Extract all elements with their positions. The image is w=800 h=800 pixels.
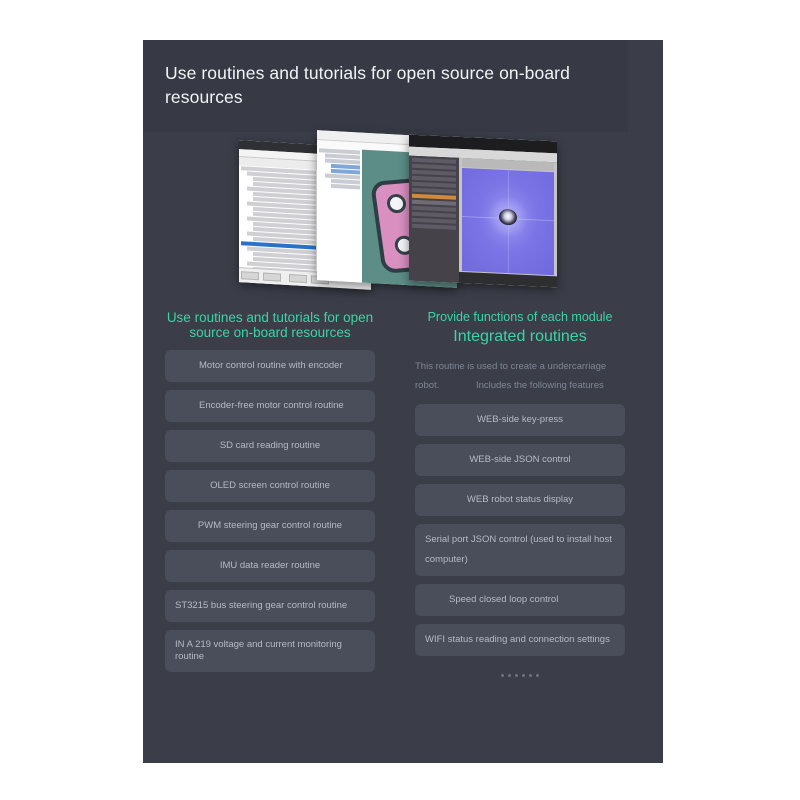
right-feature-column: Provide functions of each module Integra…: [415, 310, 625, 682]
feature-label: SD card reading routine: [219, 440, 321, 451]
feature-label: WEB-side key-press: [476, 414, 564, 425]
properties-panel: [409, 155, 460, 283]
feature-label: IMU data reader routine: [219, 560, 321, 571]
feature-item-wifi-status-connection[interactable]: WIFI status reading and connection setti…: [415, 624, 625, 656]
feature-item-serial-port-json-control[interactable]: Serial port JSON control (used to instal…: [415, 524, 625, 576]
right-heading-small: Provide functions of each module: [427, 310, 613, 324]
viewport-container: [459, 157, 557, 288]
screenshot-stage: Use routines and tutorials for open sour…: [0, 0, 800, 800]
feature-label: WIFI status reading and connection setti…: [425, 634, 610, 645]
feature-panel: Use routines and tutorials for open sour…: [143, 40, 663, 763]
pagination-dots[interactable]: [415, 664, 625, 682]
pagination-dot[interactable]: [522, 674, 525, 677]
left-feature-column: Use routines and tutorials for open sour…: [165, 310, 375, 680]
feature-label: Serial port JSON control (used to instal…: [425, 534, 612, 565]
description-line-3: Includes the following features: [475, 380, 604, 391]
feature-item-motor-control-encoder[interactable]: Motor control routine with encoder: [165, 350, 375, 382]
description-line-2: robot.: [415, 380, 440, 391]
pagination-dot[interactable]: [536, 674, 539, 677]
feature-item-speed-closed-loop-control[interactable]: Speed closed loop control: [415, 584, 625, 616]
feature-item-web-robot-status-display[interactable]: WEB robot status display: [415, 484, 625, 516]
pagination-dot[interactable]: [501, 674, 504, 677]
feature-item-encoder-free-motor-control[interactable]: Encoder-free motor control routine: [165, 390, 375, 422]
right-column-description: This routine is used to create a underca…: [415, 357, 625, 395]
description-line-1: This routine is used to create a underca…: [415, 361, 607, 372]
feature-item-web-key-press[interactable]: WEB-side key-press: [415, 404, 625, 436]
feature-label: WEB robot status display: [466, 494, 574, 505]
feature-label: Encoder-free motor control routine: [199, 400, 344, 411]
window-body: [409, 155, 557, 288]
screenshot-collage: [233, 130, 563, 290]
layer-panel: [317, 147, 362, 283]
right-column-heading: Provide functions of each module Integra…: [415, 310, 625, 347]
page-title: Use routines and tutorials for open sour…: [165, 63, 570, 107]
feature-label: Speed closed loop control: [449, 594, 559, 605]
feature-label: OLED screen control routine: [210, 480, 330, 491]
feature-label: IN A 219 voltage and current monitoring …: [175, 639, 342, 662]
3d-render-viewport-screenshot: [409, 134, 557, 288]
feature-item-ina219-voltage-current[interactable]: IN A 219 voltage and current monitoring …: [165, 630, 375, 672]
left-column-heading: Use routines and tutorials for open sour…: [166, 310, 374, 340]
right-heading-big: Integrated routines: [453, 328, 587, 345]
feature-label: PWM steering gear control routine: [197, 520, 343, 531]
feature-item-web-json-control[interactable]: WEB-side JSON control: [415, 444, 625, 476]
feature-item-st3215-bus-steering-gear[interactable]: ST3215 bus steering gear control routine: [165, 590, 375, 622]
feature-label: Motor control routine with encoder: [199, 360, 343, 371]
feature-item-oled-screen-control[interactable]: OLED screen control routine: [165, 470, 375, 502]
feature-item-pwm-steering-gear[interactable]: PWM steering gear control routine: [165, 510, 375, 542]
feature-item-sd-card-reading[interactable]: SD card reading routine: [165, 430, 375, 462]
pagination-dot[interactable]: [515, 674, 518, 677]
feature-label: ST3215 bus steering gear control routine: [175, 600, 348, 611]
pagination-dot[interactable]: [529, 674, 532, 677]
feature-item-imu-data-reader[interactable]: IMU data reader routine: [165, 550, 375, 582]
feature-label: WEB-side JSON control: [469, 454, 571, 465]
3d-viewport: [462, 168, 554, 276]
pagination-dot[interactable]: [508, 674, 511, 677]
